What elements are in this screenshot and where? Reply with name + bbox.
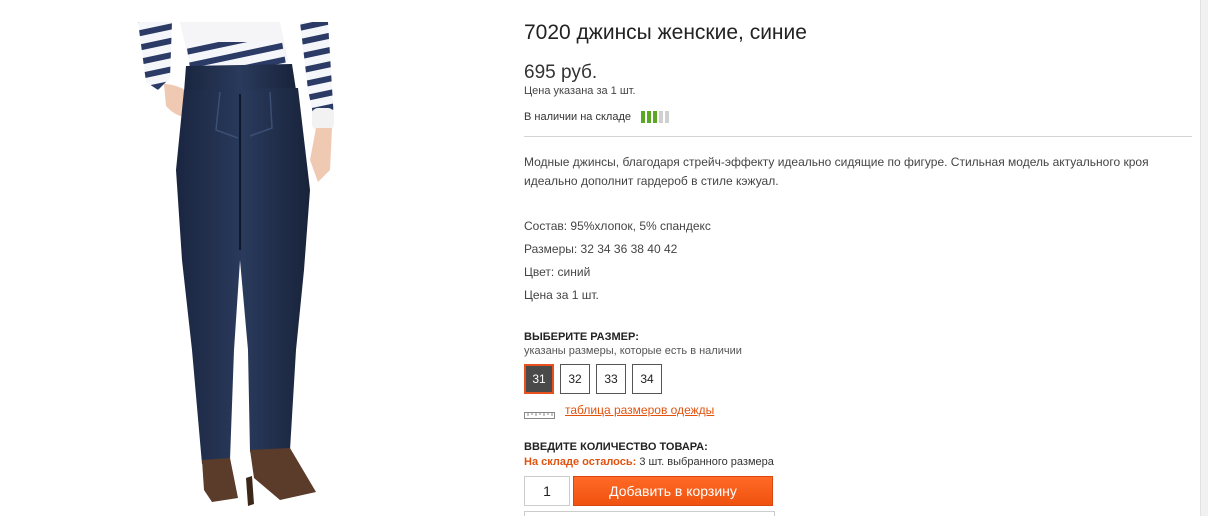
- ruler-icon: [524, 406, 555, 419]
- availability-bar: [658, 111, 663, 123]
- product-photo: [120, 20, 360, 510]
- availability-bar: [664, 111, 669, 123]
- add-to-cart-row: Добавить в корзину: [524, 476, 773, 506]
- availability: В наличии на складе: [524, 110, 669, 124]
- size-note: указаны размеры, которые есть в наличии: [524, 345, 742, 357]
- size-table-row: таблица размеров одежды: [524, 403, 714, 419]
- spec-sizes: Размеры: 32 34 36 38 40 42: [524, 242, 678, 256]
- size-option-34[interactable]: 34: [632, 364, 662, 394]
- availability-bar: [646, 111, 651, 123]
- add-to-cart-button[interactable]: Добавить в корзину: [573, 476, 773, 506]
- size-options: 31 32 33 34: [524, 364, 662, 394]
- spec-color: Цвет: синий: [524, 265, 591, 279]
- page-edge: [1200, 0, 1208, 516]
- size-table-link[interactable]: таблица размеров одежды: [565, 403, 714, 417]
- product-price: 695 руб.: [524, 62, 598, 83]
- availability-meter: [640, 111, 669, 123]
- divider: [524, 136, 1192, 137]
- next-block-edge: [524, 511, 775, 516]
- size-option-31[interactable]: 31: [524, 364, 554, 394]
- size-option-33[interactable]: 33: [596, 364, 626, 394]
- product-title: 7020 джинсы женские, синие: [524, 21, 807, 44]
- stock-left-label: На складе осталось:: [524, 456, 637, 468]
- size-heading: ВЫБЕРИТЕ РАЗМЕР:: [524, 331, 639, 343]
- quantity-heading: ВВЕДИТЕ КОЛИЧЕСТВО ТОВАРА:: [524, 441, 708, 453]
- availability-bar: [652, 111, 657, 123]
- quantity-input[interactable]: [524, 476, 570, 506]
- availability-label: В наличии на складе: [524, 111, 631, 123]
- spec-composition: Состав: 95%хлопок, 5% спандекс: [524, 219, 711, 233]
- product-page: 7020 джинсы женские, синие 695 руб. Цена…: [0, 0, 1208, 516]
- price-note: Цена указана за 1 шт.: [524, 85, 636, 97]
- spec-price-per: Цена за 1 шт.: [524, 288, 599, 302]
- availability-bar: [640, 111, 645, 123]
- stock-left: На складе осталось: 3 шт. выбранного раз…: [524, 456, 774, 468]
- product-description: Модные джинсы, благодаря стрейч-эффекту …: [524, 155, 1149, 188]
- size-option-32[interactable]: 32: [560, 364, 590, 394]
- stock-left-value: 3 шт. выбранного размера: [639, 456, 774, 468]
